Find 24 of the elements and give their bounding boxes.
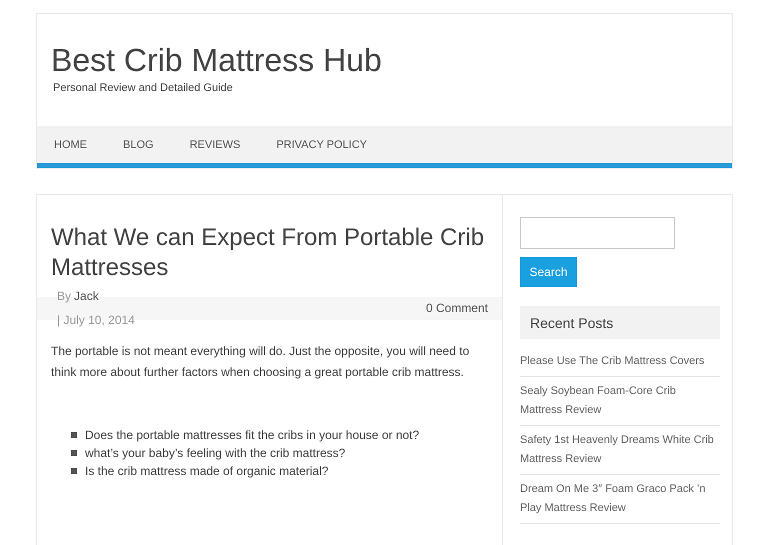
post-date: | July 10, 2014 [57, 312, 136, 329]
site-tagline: Personal Review and Detailed Guide [53, 82, 234, 94]
recent-posts-heading: Recent Posts [520, 306, 720, 339]
author-link[interactable]: Jack [74, 286, 99, 307]
nav-link[interactable]: HOME [54, 138, 87, 150]
list-item-text: Is the crib mattress made of organic material? [85, 464, 328, 478]
by-label: By [57, 288, 72, 305]
article-title: What We can Expect From Portable Crib Mattresses [51, 223, 486, 283]
list-item-text: Does the portable mattresses fit the cribs in your house or not? [85, 428, 420, 442]
bullet-icon [71, 468, 77, 474]
bullet-icon [71, 450, 77, 456]
recent-post-link[interactable]: Dream On Me 3″ Foam Graco Pack ’n Play Mattress Review [520, 475, 720, 524]
site-title[interactable]: Best Crib Mattress Hub [51, 42, 732, 78]
nav-link[interactable]: REVIEWS [190, 138, 240, 150]
list-item-text: what’s your baby’s feeling with the crib mattress? [85, 446, 346, 460]
recent-post-link[interactable]: Sealy Soybean Foam-Core Crib Mattress Review [520, 377, 720, 426]
search-field[interactable] [520, 217, 675, 249]
intro-paragraph: The portable is not meant everything will do. Just the opposite, you will need to think more about further factors when choosing a great portable crib mattress. [51, 343, 470, 381]
nav-link[interactable]: PRIVACY POLICY [276, 138, 367, 150]
comment-count-link[interactable]: 0 Comment [426, 297, 488, 320]
recent-post-link[interactable]: Please Use The Crib Mattress Covers [520, 347, 720, 377]
bullet-icon [71, 432, 77, 438]
nav-link[interactable]: BLOG [123, 138, 154, 150]
recent-post-link[interactable]: Safety 1st Heavenly Dreams White Crib Mattress Review [520, 426, 720, 475]
